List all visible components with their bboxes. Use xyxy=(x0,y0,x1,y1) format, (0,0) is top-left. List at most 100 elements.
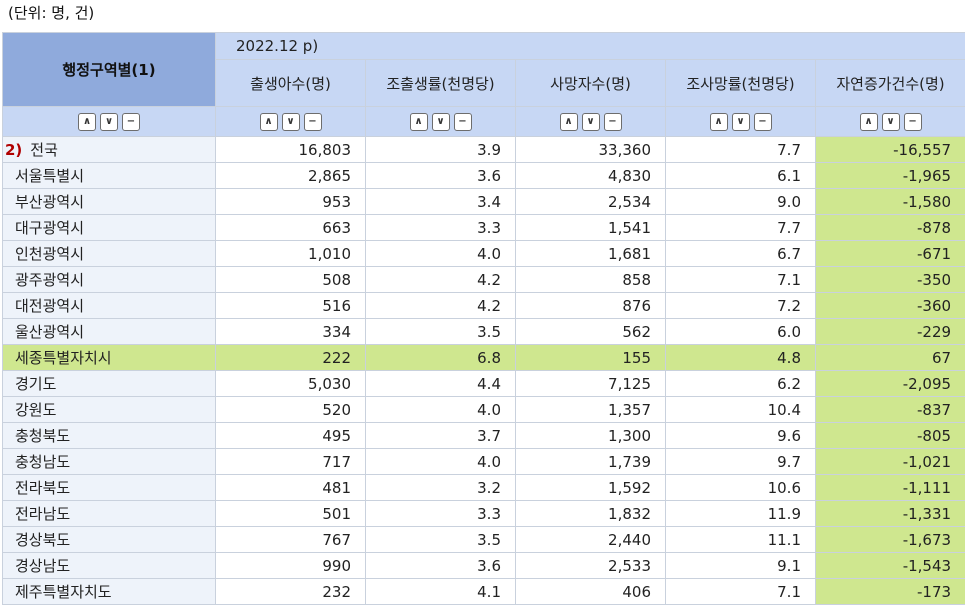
sort-down-icon[interactable]: ∨ xyxy=(582,113,600,131)
value-cell: -1,673 xyxy=(816,527,965,553)
value-cell: 1,739 xyxy=(516,449,666,475)
value-cell: 155 xyxy=(516,345,666,371)
table-row: 대구광역시6633.31,5417.7-878 xyxy=(3,215,965,241)
value-cell: 6.8 xyxy=(366,345,516,371)
value-cell: 10.4 xyxy=(666,397,816,423)
region-name: 인천광역시 xyxy=(15,245,84,263)
value-cell: 6.0 xyxy=(666,319,816,345)
value-cell: 9.1 xyxy=(666,553,816,579)
region-name-cell: 강원도 xyxy=(3,397,216,423)
region-name: 전라남도 xyxy=(15,505,70,523)
sort-down-icon[interactable]: ∨ xyxy=(432,113,450,131)
remove-icon[interactable]: − xyxy=(454,113,472,131)
value-cell: -1,965 xyxy=(816,163,965,189)
value-cell: 520 xyxy=(216,397,366,423)
value-cell: -350 xyxy=(816,267,965,293)
sort-down-icon[interactable]: ∨ xyxy=(732,113,750,131)
region-name: 세종특별자치시 xyxy=(15,349,112,367)
remove-icon[interactable]: − xyxy=(304,113,322,131)
remove-icon[interactable]: − xyxy=(904,113,922,131)
remove-icon[interactable]: − xyxy=(754,113,772,131)
region-name-cell: 서울특별시 xyxy=(3,163,216,189)
region-name: 전라북도 xyxy=(15,479,70,497)
value-cell: -1,580 xyxy=(816,189,965,215)
value-cell: 876 xyxy=(516,293,666,319)
sort-up-icon[interactable]: ∧ xyxy=(78,113,96,131)
region-name-cell: 제주특별자치도 xyxy=(3,579,216,605)
sort-up-icon[interactable]: ∧ xyxy=(710,113,728,131)
value-cell: 3.6 xyxy=(366,553,516,579)
region-name-cell: 전라북도 xyxy=(3,475,216,501)
value-cell: 1,592 xyxy=(516,475,666,501)
value-cell: 3.5 xyxy=(366,527,516,553)
region-name-cell: 경상남도 xyxy=(3,553,216,579)
value-cell: -2,095 xyxy=(816,371,965,397)
value-cell: -16,557 xyxy=(816,137,965,163)
value-cell: 990 xyxy=(216,553,366,579)
column-controls-cell: ∧∨− xyxy=(816,107,965,137)
value-cell: 11.1 xyxy=(666,527,816,553)
value-cell: 1,010 xyxy=(216,241,366,267)
sort-up-icon[interactable]: ∧ xyxy=(410,113,428,131)
value-cell: 4.4 xyxy=(366,371,516,397)
remove-icon[interactable]: − xyxy=(604,113,622,131)
column-controls-4: ∧∨− xyxy=(710,113,772,131)
value-cell: 4.0 xyxy=(366,449,516,475)
column-controls-cell: ∧∨− xyxy=(216,107,366,137)
region-name-cell: 울산광역시 xyxy=(3,319,216,345)
value-cell: 3.4 xyxy=(366,189,516,215)
table-row: 울산광역시3343.55626.0-229 xyxy=(3,319,965,345)
stub-controls-cell: ∧∨− xyxy=(3,107,216,137)
column-controls-1: ∧∨− xyxy=(260,113,322,131)
sort-up-icon[interactable]: ∧ xyxy=(860,113,878,131)
value-cell: 2,533 xyxy=(516,553,666,579)
table-row: 대전광역시5164.28767.2-360 xyxy=(3,293,965,319)
sort-down-icon[interactable]: ∨ xyxy=(100,113,118,131)
value-cell: 2,440 xyxy=(516,527,666,553)
sort-up-icon[interactable]: ∧ xyxy=(260,113,278,131)
sort-down-icon[interactable]: ∨ xyxy=(282,113,300,131)
value-cell: 767 xyxy=(216,527,366,553)
value-cell: 953 xyxy=(216,189,366,215)
table-row: 경상남도9903.62,5339.1-1,543 xyxy=(3,553,965,579)
stub-header[interactable]: 행정구역별(1) xyxy=(3,33,216,107)
value-cell: 858 xyxy=(516,267,666,293)
footnote-marker[interactable]: 2) xyxy=(5,141,22,159)
value-cell: 10.6 xyxy=(666,475,816,501)
value-cell: 222 xyxy=(216,345,366,371)
table-row: 제주특별자치도2324.14067.1-173 xyxy=(3,579,965,605)
value-cell: 4.0 xyxy=(366,397,516,423)
table-row: 인천광역시1,0104.01,6816.7-671 xyxy=(3,241,965,267)
region-name: 울산광역시 xyxy=(15,323,84,341)
region-name-cell: 대구광역시 xyxy=(3,215,216,241)
column-header-5: 자연증가건수(명) xyxy=(816,60,965,107)
region-name-cell: 전라남도 xyxy=(3,501,216,527)
value-cell: 9.0 xyxy=(666,189,816,215)
column-controls-cell: ∧∨− xyxy=(366,107,516,137)
value-cell: 4,830 xyxy=(516,163,666,189)
table-row: 충청북도4953.71,3009.6-805 xyxy=(3,423,965,449)
column-header-2: 조출생률(천명당) xyxy=(366,60,516,107)
region-name-cell: 광주광역시 xyxy=(3,267,216,293)
sort-down-icon[interactable]: ∨ xyxy=(882,113,900,131)
value-cell: 1,681 xyxy=(516,241,666,267)
region-name-cell: 경기도 xyxy=(3,371,216,397)
table-row: 세종특별자치시2226.81554.867 xyxy=(3,345,965,371)
table-row: 경상북도7673.52,44011.1-1,673 xyxy=(3,527,965,553)
value-cell: 4.8 xyxy=(666,345,816,371)
region-name: 대구광역시 xyxy=(15,219,84,237)
column-controls-2: ∧∨− xyxy=(410,113,472,131)
table-body: 2)전국16,8033.933,3607.7-16,557서울특별시2,8653… xyxy=(3,137,965,605)
value-cell: 1,300 xyxy=(516,423,666,449)
remove-icon[interactable]: − xyxy=(122,113,140,131)
value-cell: 4.0 xyxy=(366,241,516,267)
region-name: 제주특별자치도 xyxy=(15,583,112,601)
unit-label: (단위: 명, 건) xyxy=(8,2,94,23)
column-header-3: 사망자수(명) xyxy=(516,60,666,107)
statistics-table: 행정구역별(1) 2022.12 p) 출생아수(명)조출생률(천명당)사망자수… xyxy=(2,32,965,605)
value-cell: -1,021 xyxy=(816,449,965,475)
value-cell: 334 xyxy=(216,319,366,345)
value-cell: 6.7 xyxy=(666,241,816,267)
sort-up-icon[interactable]: ∧ xyxy=(560,113,578,131)
value-cell: -805 xyxy=(816,423,965,449)
